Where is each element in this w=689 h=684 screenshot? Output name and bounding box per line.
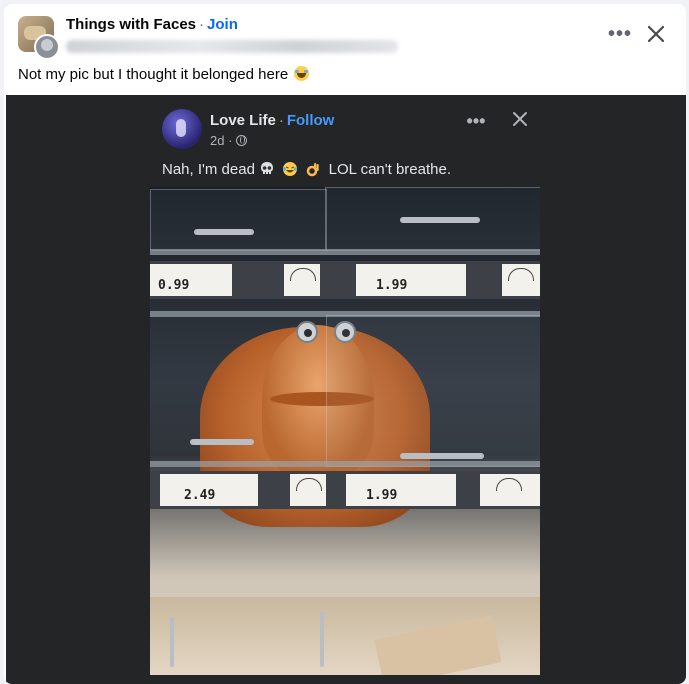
price-label: 2.49 — [160, 474, 258, 506]
shelf-edge — [150, 249, 540, 255]
shelf-handle — [194, 229, 254, 235]
brand-label — [290, 474, 326, 506]
glass-panel — [150, 189, 327, 251]
shelf-edge — [150, 461, 540, 467]
embedded-more-icon: ••• — [466, 110, 486, 131]
embedded-caption: Nah, I'm dead LOL can't breathe. — [162, 161, 451, 178]
post-caption: Not my pic but I thought it belonged her… — [18, 66, 310, 83]
avatar[interactable] — [34, 34, 60, 60]
bread-face-photo[interactable]: 0.99 1.99 2.49 1.99 — [150, 187, 540, 675]
glass-panel — [326, 315, 540, 467]
separator: · — [278, 112, 284, 129]
shelf-handle — [190, 439, 254, 445]
bin-divider — [320, 612, 324, 667]
shelf-handle — [400, 217, 480, 223]
brand-logo-icon — [296, 478, 322, 491]
separator: · — [199, 16, 205, 33]
group-name-link[interactable]: Things with Faces — [66, 16, 196, 33]
laughing-with-tears-emoji-icon — [294, 66, 310, 81]
price-label: 0.99 — [150, 264, 232, 296]
skull-emoji-icon — [261, 162, 274, 174]
caption-end: LOL can't breathe. — [328, 161, 451, 178]
brand-label — [502, 264, 540, 296]
brand-logo-icon — [290, 268, 316, 281]
laughing-with-tears-emoji-icon — [283, 162, 298, 176]
embedded-header: Love Life · Follow — [210, 112, 334, 129]
page-name: Love Life — [210, 112, 276, 129]
price-text: 2.49 — [184, 488, 216, 503]
price-text: 0.99 — [158, 278, 190, 293]
brand-label — [284, 264, 320, 296]
price-text: 1.99 — [366, 488, 398, 503]
close-icon — [513, 112, 527, 126]
close-icon — [647, 25, 665, 43]
more-options-button[interactable]: ••• — [606, 20, 634, 48]
price-text: 1.99 — [376, 278, 408, 293]
price-label: 1.99 — [346, 474, 456, 506]
embedded-close-icon-wrap — [506, 105, 534, 133]
blurred-author-meta — [66, 40, 398, 53]
embedded-timestamp: 2d · — [210, 133, 248, 148]
follow-label: Follow — [286, 112, 335, 129]
join-button[interactable]: Join — [207, 16, 238, 33]
caption-text: Not my pic but I thought it belonged her… — [18, 66, 289, 83]
brand-label — [480, 474, 540, 506]
post-header: Things with Faces · Join — [66, 16, 238, 33]
price-strip-bottom: 2.49 1.99 — [150, 471, 540, 509]
post-card: Things with Faces · Join ••• Not my pic bu… — [4, 4, 686, 684]
caption-start: Nah, I'm dead — [162, 161, 255, 178]
price-label: 1.99 — [356, 264, 466, 296]
price-strip-top: 0.99 1.99 — [150, 261, 540, 299]
close-button[interactable] — [642, 20, 670, 48]
page-avatar — [162, 109, 202, 149]
bread-eye — [296, 321, 318, 343]
time-text: 2d · — [210, 133, 233, 148]
brand-logo-icon — [496, 478, 522, 491]
globe-icon — [236, 135, 248, 146]
shared-screenshot[interactable]: Love Life · Follow 2d · ••• Nah, I'm dead … — [6, 95, 686, 684]
ok-hand-emoji-icon — [307, 163, 320, 177]
brand-logo-icon — [508, 268, 534, 281]
bin-divider — [170, 617, 174, 667]
shelf-handle — [400, 453, 484, 459]
